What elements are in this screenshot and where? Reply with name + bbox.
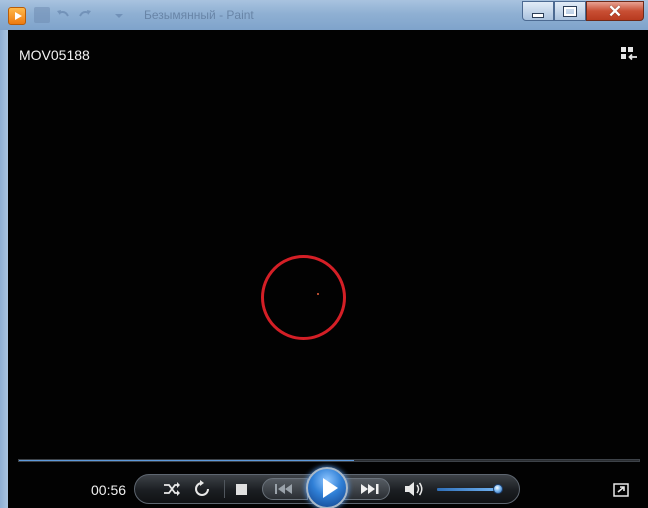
- previous-icon: [275, 484, 292, 494]
- play-button[interactable]: [306, 467, 348, 508]
- title-bar[interactable]: Безымянный - Paint ✕: [0, 0, 648, 30]
- stop-icon[interactable]: [236, 484, 247, 495]
- seek-bar[interactable]: [18, 459, 640, 462]
- maximize-icon: [563, 5, 577, 17]
- save-quick-access-icon[interactable]: [34, 7, 50, 23]
- repeat-icon[interactable]: [193, 480, 211, 498]
- next-icon: [361, 484, 379, 494]
- volume-slider[interactable]: [437, 488, 499, 491]
- controls-divider: [224, 480, 225, 498]
- switch-to-library-icon[interactable]: [620, 46, 638, 62]
- fullscreen-icon[interactable]: [613, 483, 629, 497]
- media-title: MOV05188: [19, 47, 90, 63]
- app-icon[interactable]: [8, 7, 26, 25]
- minimize-icon: [532, 12, 544, 18]
- maximize-button[interactable]: [554, 1, 586, 21]
- close-button[interactable]: ✕: [586, 1, 644, 21]
- minimize-button[interactable]: [522, 1, 554, 21]
- undo-quick-access-icon[interactable]: [56, 7, 70, 23]
- volume-icon[interactable]: [404, 481, 424, 497]
- redo-quick-access-icon[interactable]: [78, 7, 92, 23]
- shuffle-icon[interactable]: [162, 480, 182, 498]
- video-speck: [317, 293, 319, 295]
- customize-quick-access-icon[interactable]: [112, 7, 126, 23]
- volume-slider-thumb[interactable]: [493, 484, 503, 494]
- seek-bar-progress: [19, 460, 354, 461]
- window-title: Безымянный - Paint: [144, 8, 254, 22]
- annotation-circle: [261, 255, 346, 340]
- close-icon: ✕: [607, 1, 623, 21]
- media-player-window: Безымянный - Paint ✕ MOV05188 00:56: [0, 0, 648, 508]
- elapsed-time: 00:56: [91, 482, 127, 498]
- window-frame-left: [0, 30, 8, 508]
